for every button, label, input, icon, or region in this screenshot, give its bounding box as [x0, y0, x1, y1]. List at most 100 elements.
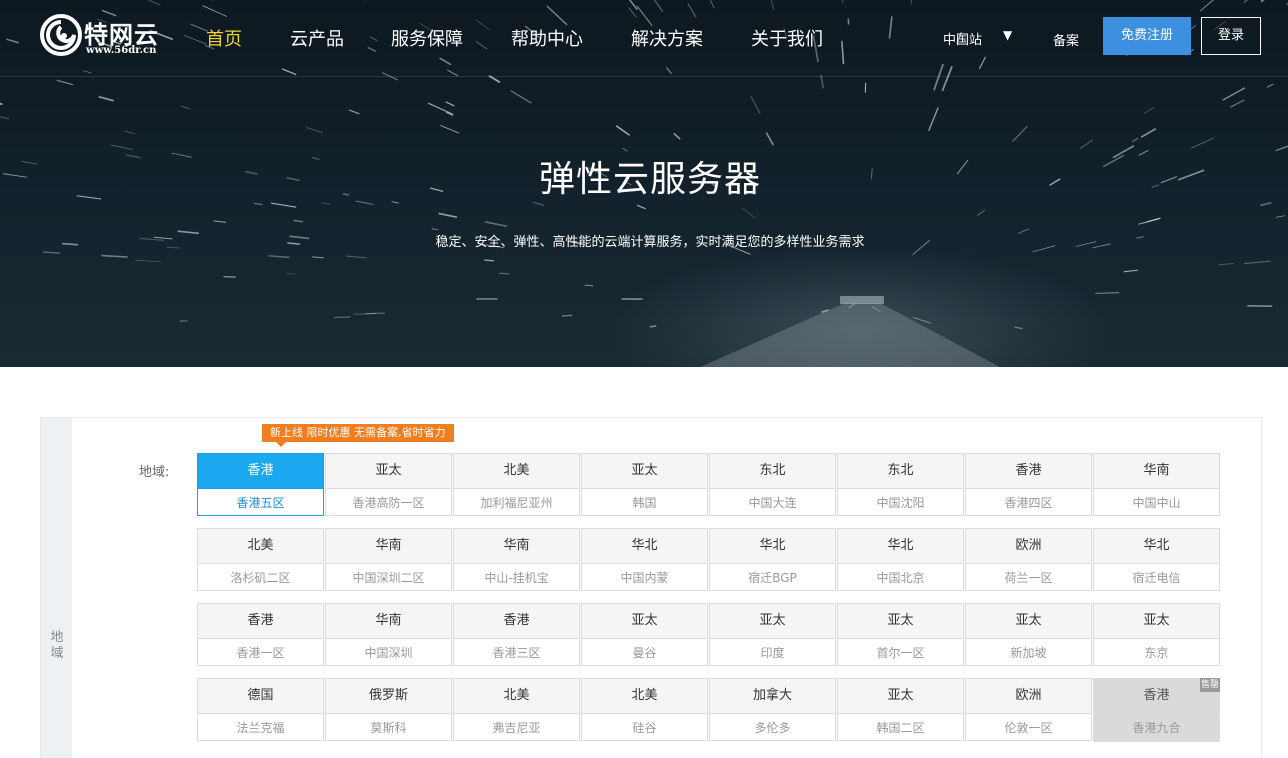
beian-link[interactable]: 备案	[1053, 30, 1079, 49]
region-area: 华北	[582, 529, 707, 564]
region-area: 欧洲	[966, 679, 1091, 714]
region-option[interactable]: 亚太曼谷	[581, 603, 708, 666]
chevron-down-icon[interactable]: ▼	[1003, 28, 1012, 42]
region-zone: 中国北京	[838, 564, 963, 592]
region-option[interactable]: 亚太首尔一区	[837, 603, 964, 666]
region-option[interactable]: 华北宿迁电信	[1093, 528, 1220, 591]
region-option[interactable]: 香港香港一区	[197, 603, 324, 666]
region-option[interactable]: 亚太东京	[1093, 603, 1220, 666]
region-zone: 中国深圳	[326, 639, 451, 667]
station-selector[interactable]: 中国站	[943, 29, 982, 48]
region-zone: 法兰克福	[198, 714, 323, 742]
region-area: 俄罗斯	[326, 679, 451, 714]
region-zone: 印度	[710, 639, 835, 667]
region-area: 北美	[454, 454, 579, 489]
region-option[interactable]: 华北中国北京	[837, 528, 964, 591]
region-zone: 中国中山	[1094, 489, 1219, 517]
region-zone: 伦敦一区	[966, 714, 1091, 742]
region-area: 香港	[198, 604, 323, 639]
hero-banner: 特网云 www.56dr.cn 首页 云产品 服务保障 帮助中心 解决方案 关于…	[0, 0, 1288, 367]
region-area: 东北	[710, 454, 835, 489]
region-zone: 香港一区	[198, 639, 323, 667]
logo-swirl-icon	[40, 14, 82, 56]
region-area: 亚太	[838, 679, 963, 714]
hero-title: 弹性云服务器	[0, 150, 1288, 202]
region-option[interactable]: 亚太韩国	[581, 453, 708, 516]
region-option[interactable]: 亚太韩国二区	[837, 678, 964, 741]
region-area: 亚太	[582, 604, 707, 639]
region-option[interactable]: 华南中山-挂机宝	[453, 528, 580, 591]
region-area: 亚太	[582, 454, 707, 489]
region-area: 华北	[1094, 529, 1219, 564]
register-button[interactable]: 免费注册	[1103, 17, 1191, 55]
region-area: 德国	[198, 679, 323, 714]
region-zone: 莫斯科	[326, 714, 451, 742]
region-option[interactable]: 亚太印度	[709, 603, 836, 666]
sold-out-badge: 售罄	[1200, 678, 1220, 692]
nav-help-center[interactable]: 帮助中心	[511, 25, 583, 51]
region-area: 香港	[966, 454, 1091, 489]
promo-tag: 新上线 限时优惠 无需备案,省时省力	[262, 424, 454, 442]
nav-service-guarantee[interactable]: 服务保障	[391, 25, 463, 51]
region-option[interactable]: 欧洲荷兰一区	[965, 528, 1092, 591]
region-option[interactable]: 华南中国深圳	[325, 603, 452, 666]
region-area: 亚太	[966, 604, 1091, 639]
logo[interactable]: 特网云 www.56dr.cn	[40, 14, 170, 60]
region-area: 北美	[582, 679, 707, 714]
nav-home[interactable]: 首页	[206, 25, 242, 51]
region-option[interactable]: 华北中国内蒙	[581, 528, 708, 591]
panel-sidebar: 地域	[41, 418, 72, 758]
region-option[interactable]: 香港香港九合售罄	[1093, 678, 1220, 741]
nav-solutions[interactable]: 解决方案	[631, 25, 703, 51]
region-option[interactable]: 北美洛杉矶二区	[197, 528, 324, 591]
region-area: 东北	[838, 454, 963, 489]
region-zone: 多伦多	[710, 714, 835, 742]
region-zone: 首尔一区	[838, 639, 963, 667]
region-option[interactable]: 东北中国大连	[709, 453, 836, 516]
region-option[interactable]: 北美加利福尼亚州	[453, 453, 580, 516]
region-zone: 东京	[1094, 639, 1219, 667]
region-option[interactable]: 北美弗吉尼亚	[453, 678, 580, 741]
region-option[interactable]: 北美硅谷	[581, 678, 708, 741]
region-area: 亚太	[1094, 604, 1219, 639]
region-area: 华南	[326, 529, 451, 564]
region-zone: 中国大连	[710, 489, 835, 517]
region-option[interactable]: 香港香港五区	[197, 453, 324, 516]
region-zone: 香港九合	[1094, 714, 1219, 742]
region-zone: 韩国二区	[838, 714, 963, 742]
region-option[interactable]: 亚太香港高防一区	[325, 453, 452, 516]
region-option[interactable]: 亚太新加坡	[965, 603, 1092, 666]
region-area: 欧洲	[966, 529, 1091, 564]
region-zone: 中国沈阳	[838, 489, 963, 517]
region-option[interactable]: 欧洲伦敦一区	[965, 678, 1092, 741]
login-button[interactable]: 登录	[1201, 17, 1261, 55]
region-area: 亚太	[326, 454, 451, 489]
region-zone: 宿迁BGP	[710, 564, 835, 592]
region-zone: 中国内蒙	[582, 564, 707, 592]
region-option[interactable]: 华南中国中山	[1093, 453, 1220, 516]
region-option[interactable]: 俄罗斯莫斯科	[325, 678, 452, 741]
region-zone: 新加坡	[966, 639, 1091, 667]
region-option[interactable]: 东北中国沈阳	[837, 453, 964, 516]
region-option[interactable]: 华北宿迁BGP	[709, 528, 836, 591]
region-area: 北美	[198, 529, 323, 564]
region-area: 华南	[1094, 454, 1219, 489]
region-area: 华南	[326, 604, 451, 639]
region-zone: 洛杉矶二区	[198, 564, 323, 592]
region-area: 北美	[454, 679, 579, 714]
region-option[interactable]: 加拿大多伦多	[709, 678, 836, 741]
region-area: 香港	[454, 604, 579, 639]
region-zone: 加利福尼亚州	[454, 489, 579, 517]
region-option[interactable]: 香港香港三区	[453, 603, 580, 666]
region-zone: 宿迁电信	[1094, 564, 1219, 592]
nav-cloud-products[interactable]: 云产品	[290, 25, 344, 51]
region-zone: 香港三区	[454, 639, 579, 667]
region-option[interactable]: 德国法兰克福	[197, 678, 324, 741]
hero-subtitle: 稳定、安全、弹性、高性能的云端计算服务，实时满足您的多样性业务需求	[0, 231, 1288, 250]
region-area: 华北	[838, 529, 963, 564]
region-option[interactable]: 华南中国深圳二区	[325, 528, 452, 591]
region-area: 香港	[198, 454, 323, 489]
side-label: 地域	[49, 630, 65, 662]
nav-about-us[interactable]: 关于我们	[751, 25, 823, 51]
region-option[interactable]: 香港香港四区	[965, 453, 1092, 516]
